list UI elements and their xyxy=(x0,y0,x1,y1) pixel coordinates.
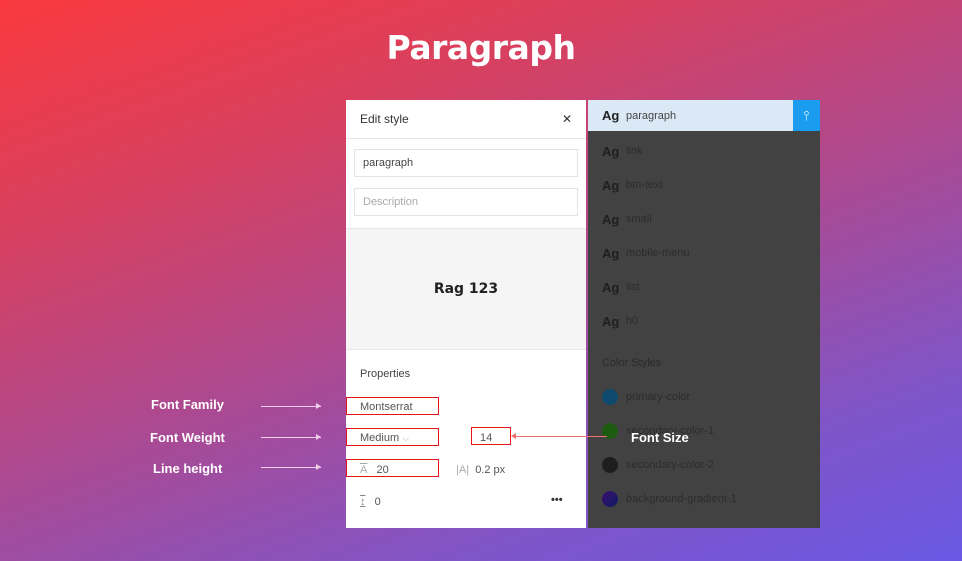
color-style-item[interactable]: secondary-color-2 xyxy=(588,448,820,482)
text-style-item[interactable]: Ag list xyxy=(588,270,820,304)
font-size-highlight xyxy=(471,427,511,445)
letter-spacing-value: 0.2 px xyxy=(475,464,506,476)
font-family-annotation: Font Family xyxy=(151,397,224,412)
text-style-item[interactable]: Ag btn-text xyxy=(588,168,820,202)
styles-panel: Ag paragraph ⫯ Ag link Ag btn-text Ag small… xyxy=(588,100,820,528)
color-style-name: background-gradient-1 xyxy=(626,493,737,505)
color-style-name: primary-color xyxy=(626,391,691,403)
arrow-icon xyxy=(261,464,321,470)
text-style-name: h0 xyxy=(626,315,639,327)
paragraph-spacing-value: 0 xyxy=(374,496,381,508)
text-style-item-selected[interactable]: Ag paragraph ⫯ xyxy=(588,100,820,131)
text-style-glyph: Ag xyxy=(602,211,620,227)
text-style-item[interactable]: Ag mobile-menu xyxy=(588,236,820,270)
panel-header: Edit style ✕ xyxy=(346,100,586,139)
color-style-item[interactable]: secondary-color-1 xyxy=(588,414,820,448)
text-style-item[interactable]: Ag h0 xyxy=(588,304,820,338)
text-style-glyph: Ag xyxy=(602,279,620,295)
text-style-name: paragraph xyxy=(626,109,677,122)
text-style-item[interactable]: Ag small xyxy=(588,202,820,236)
font-weight-annotation: Font Weight xyxy=(150,430,225,445)
text-style-item[interactable]: Ag link xyxy=(588,134,820,168)
arrow-icon xyxy=(261,403,321,409)
description-input[interactable]: Description xyxy=(354,188,578,216)
text-style-glyph: Ag xyxy=(602,108,620,123)
letter-spacing-input[interactable]: |A| 0.2 px xyxy=(456,464,505,476)
color-swatch xyxy=(602,491,618,507)
paragraph-spacing-input[interactable]: ↕ 0 xyxy=(360,496,381,508)
properties-label: Properties xyxy=(360,368,411,380)
text-style-glyph: Ag xyxy=(602,313,620,329)
color-styles-heading: Color Styles xyxy=(602,357,662,369)
letter-spacing-icon: |A| xyxy=(456,464,470,476)
arrowhead-icon xyxy=(511,433,516,439)
color-style-item[interactable]: background-gradient-1 xyxy=(588,482,820,516)
text-style-glyph: Ag xyxy=(602,177,620,193)
text-style-name: btn-text xyxy=(626,179,663,191)
text-style-name: list xyxy=(626,281,640,293)
text-style-name: small xyxy=(626,213,652,225)
font-family-highlight xyxy=(346,397,439,415)
text-style-glyph: Ag xyxy=(602,245,620,261)
font-weight-highlight xyxy=(346,428,439,446)
page-title: Paragraph xyxy=(386,28,576,67)
text-style-name: mobile-menu xyxy=(626,247,690,259)
close-icon[interactable]: ✕ xyxy=(562,112,572,126)
text-style-glyph: Ag xyxy=(602,143,620,159)
color-swatch xyxy=(602,389,618,405)
font-size-annotation: Font Size xyxy=(631,430,689,445)
color-swatch xyxy=(602,457,618,473)
more-options-button[interactable]: ••• xyxy=(551,494,563,506)
arrow-icon xyxy=(261,434,321,440)
text-style-name: link xyxy=(626,145,643,157)
line-height-annotation: Line height xyxy=(153,461,223,476)
color-style-item[interactable]: primary-color xyxy=(588,380,820,414)
paragraph-spacing-icon: ↕ xyxy=(360,496,366,508)
font-size-arrow-icon xyxy=(513,436,607,437)
panel-title: Edit style xyxy=(360,112,409,126)
adjust-icon[interactable]: ⫯ xyxy=(793,100,820,131)
style-name-input[interactable]: paragraph xyxy=(354,149,578,177)
style-preview: Rag 123 xyxy=(346,228,586,350)
line-height-highlight xyxy=(346,459,439,477)
color-style-name: secondary-color-2 xyxy=(626,459,715,471)
